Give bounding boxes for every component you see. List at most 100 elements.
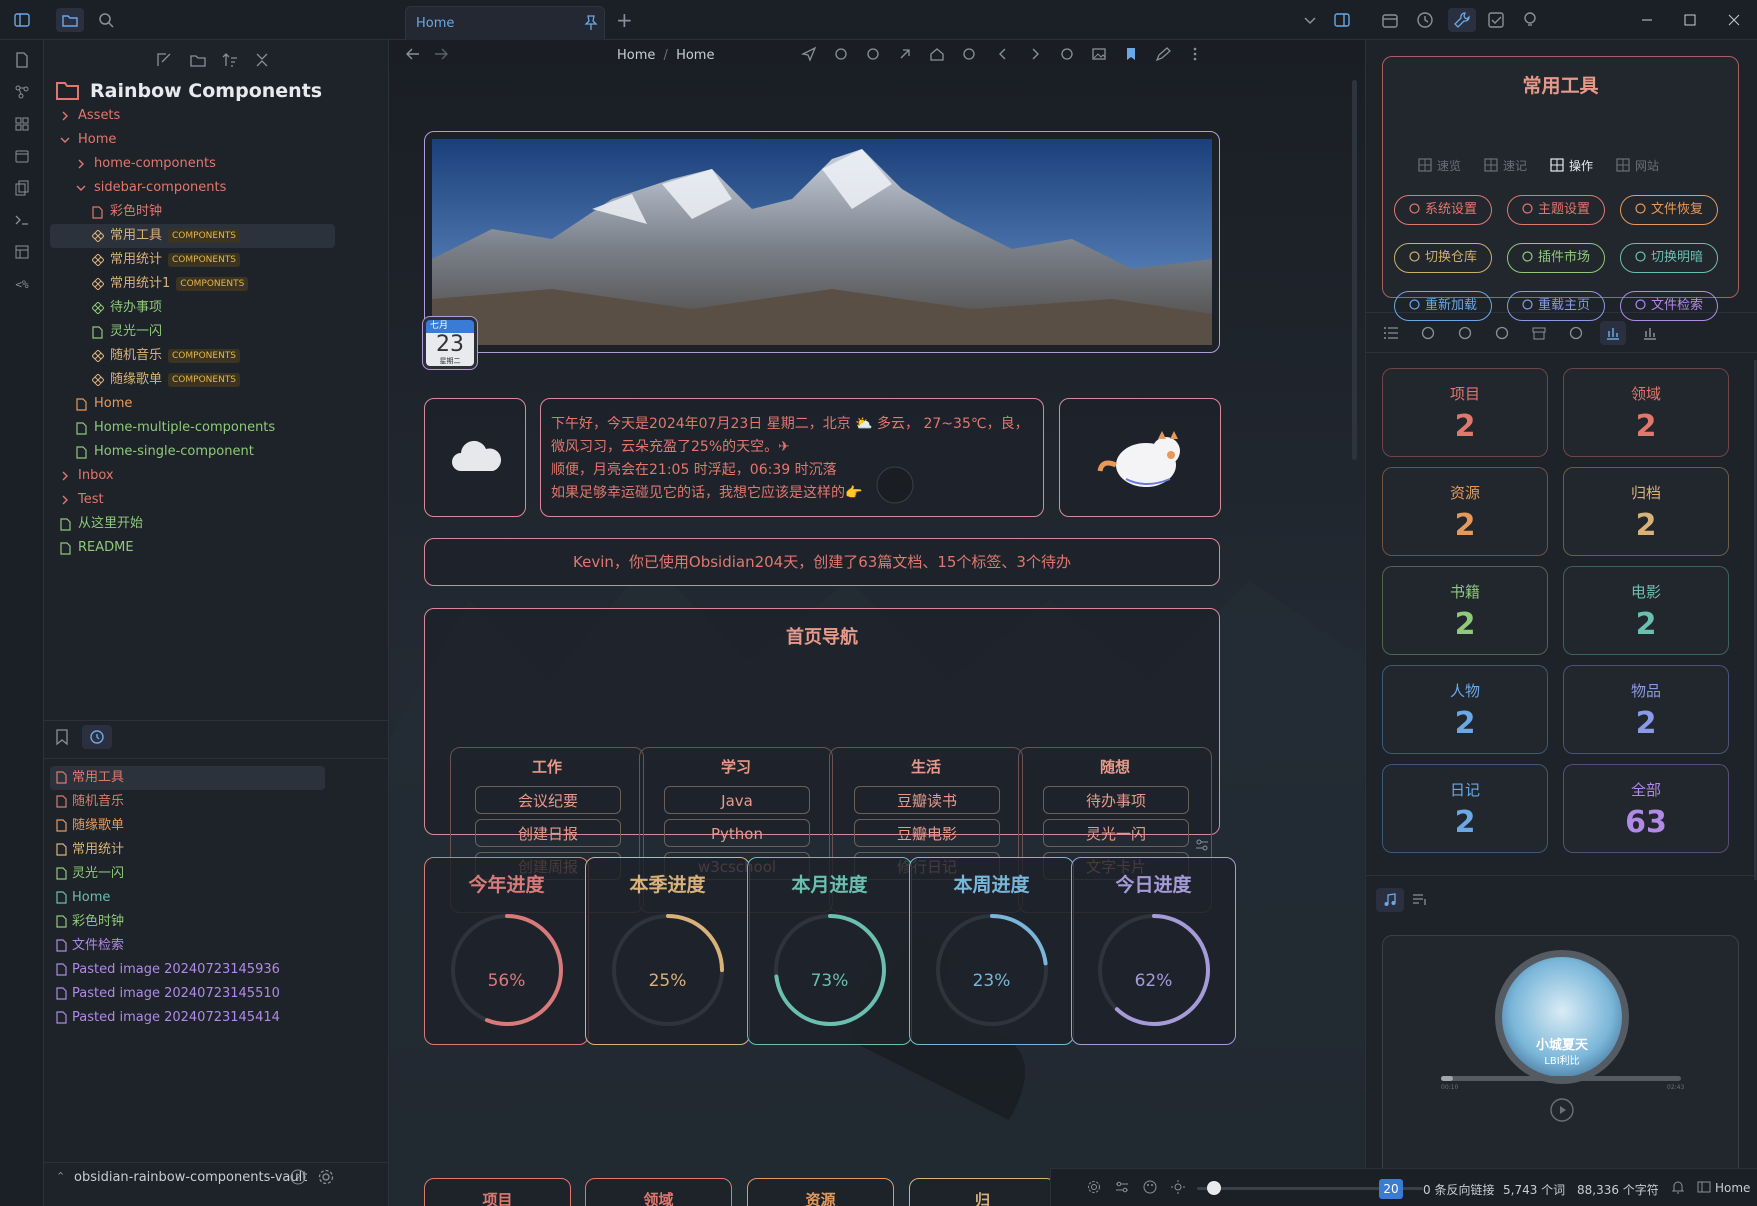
stat-card-5[interactable]: 电影 2 (1563, 566, 1729, 655)
tool-button-8[interactable]: 文件检索 (1620, 291, 1718, 321)
recent-file-item[interactable]: 彩色时钟 (50, 910, 325, 934)
bookmark-icon[interactable] (1123, 46, 1139, 62)
tree-item-3[interactable]: sidebar-components (50, 176, 335, 200)
tool-button-1[interactable]: 主题设置 (1507, 195, 1605, 225)
presentation-icon[interactable] (865, 46, 881, 62)
tree-item-7[interactable]: 常用统计1 COMPONENTS (50, 272, 335, 296)
nav-link-button[interactable]: 灵光一闪 (1043, 819, 1189, 847)
backlinks-count[interactable]: 0 条反向链接 (1423, 1181, 1494, 1198)
stat-card-7[interactable]: 物品 2 (1563, 665, 1729, 754)
forward-button[interactable] (433, 46, 449, 62)
info-icon[interactable] (1489, 321, 1515, 345)
stat-card-0[interactable]: 项目 2 (1382, 368, 1548, 457)
send-icon[interactable] (801, 46, 817, 62)
stat-card-8[interactable]: 日记 2 (1382, 764, 1548, 853)
edit-icon[interactable] (1155, 46, 1171, 62)
tree-item-18[interactable]: README (50, 536, 335, 560)
tree-item-13[interactable]: Home-multiple-components (50, 416, 335, 440)
code-icon[interactable]: <% (10, 272, 34, 296)
new-note-icon[interactable] (156, 52, 172, 68)
tree-item-6[interactable]: 常用统计 COMPONENTS (50, 248, 335, 272)
unlink-icon[interactable] (1452, 321, 1478, 345)
stat-card-2[interactable]: 资源 2 (1382, 467, 1548, 556)
recent-file-item[interactable]: 文件检索 (50, 934, 325, 958)
new-folder-icon[interactable] (190, 52, 206, 68)
nav-link-button[interactable]: Python (664, 819, 810, 847)
wrench-icon[interactable] (1448, 8, 1476, 32)
tool-button-2[interactable]: 文件恢复 (1620, 195, 1718, 225)
chevron-down-icon[interactable] (1298, 8, 1322, 32)
chevron-right-icon[interactable] (1027, 46, 1043, 62)
tool-button-6[interactable]: 重新加载 (1394, 291, 1492, 321)
tree-item-0[interactable]: Assets (50, 104, 335, 128)
tools-tab-2[interactable]: 操作 (1550, 155, 1593, 175)
graph-icon[interactable] (10, 80, 34, 104)
tree-item-9[interactable]: 灵光一闪 (50, 320, 335, 344)
playlist-icon[interactable] (1412, 893, 1428, 907)
recent-file-item[interactable]: Pasted image 20240723145414 (50, 1006, 325, 1030)
settings-icon[interactable] (318, 1169, 334, 1185)
close-icon[interactable] (1722, 8, 1746, 32)
home-icon[interactable] (929, 46, 945, 62)
bell-icon[interactable] (1671, 1180, 1685, 1194)
tree-item-11[interactable]: 随缘歌单 COMPONENTS (50, 368, 335, 392)
nav-link-button[interactable]: 豆瓣读书 (854, 786, 1000, 814)
archive-icon[interactable] (1526, 321, 1552, 345)
chevron-left-icon[interactable] (995, 46, 1011, 62)
tool-button-4[interactable]: 插件市场 (1507, 243, 1605, 273)
nav-link-button[interactable]: 会议纪要 (475, 786, 621, 814)
tags-icon[interactable] (1563, 321, 1589, 345)
play-button[interactable] (1550, 1098, 1574, 1122)
checkbox-icon[interactable] (1484, 8, 1508, 32)
tree-item-1[interactable]: Home (50, 128, 335, 152)
recent-file-item[interactable]: Home (50, 886, 325, 910)
tree-item-15[interactable]: Inbox (50, 464, 335, 488)
tree-item-5[interactable]: 常用工具 COMPONENTS (50, 224, 335, 248)
tree-item-16[interactable]: Test (50, 488, 335, 512)
bookmark-icon[interactable] (54, 728, 70, 746)
layout-icon[interactable] (1697, 1180, 1711, 1194)
recent-file-item[interactable]: 灵光一闪 (50, 862, 325, 886)
daily-note-icon[interactable] (10, 144, 34, 168)
stat-card-4[interactable]: 书籍 2 (1382, 566, 1548, 655)
recent-file-item[interactable]: Pasted image 20240723145936 (50, 958, 325, 982)
folder-icon[interactable] (56, 8, 84, 32)
zoom-slider-thumb[interactable] (1207, 1181, 1221, 1195)
tree-item-14[interactable]: Home-single-component (50, 440, 335, 464)
stat-card-6[interactable]: 人物 2 (1382, 665, 1548, 754)
open-file-icon[interactable] (10, 48, 34, 72)
image-icon[interactable] (1091, 46, 1107, 62)
tree-item-4[interactable]: 彩色时钟 (50, 200, 335, 224)
nav-link-button[interactable]: Java (664, 786, 810, 814)
vault-header[interactable]: Rainbow Components (56, 80, 322, 102)
new-tab-button[interactable]: + (616, 8, 633, 32)
sort-icon[interactable] (222, 52, 238, 68)
bar-chart-icon[interactable] (1600, 321, 1626, 345)
maximize-icon[interactable] (1678, 8, 1702, 32)
recent-file-item[interactable]: 随机音乐 (50, 790, 325, 814)
recent-files-tab[interactable] (82, 725, 112, 749)
sun-icon[interactable] (1171, 1180, 1185, 1194)
scrollbar[interactable] (1352, 80, 1357, 460)
tools-tab-1[interactable]: 速记 (1484, 155, 1527, 175)
clock-icon[interactable] (1413, 8, 1437, 32)
tool-button-5[interactable]: 切换明暗 (1620, 243, 1718, 273)
music-progress-track[interactable] (1441, 1076, 1681, 1081)
breadcrumb-item[interactable]: Home (676, 48, 714, 63)
tree-item-12[interactable]: Home (50, 392, 335, 416)
vault-name[interactable]: obsidian-rainbow-components-vault (74, 1170, 307, 1185)
recent-file-item[interactable]: 随缘歌单 (50, 814, 325, 838)
tool-button-0[interactable]: 系统设置 (1394, 195, 1492, 225)
collapse-all-icon[interactable] (254, 52, 270, 68)
breadcrumb-item[interactable]: Home (617, 48, 655, 63)
stat-card-9[interactable]: 全部 63 (1563, 764, 1729, 853)
tools-tab-3[interactable]: 网站 (1616, 155, 1659, 175)
lightbulb-icon[interactable] (1518, 8, 1542, 32)
sliders-icon[interactable] (1115, 1180, 1129, 1194)
template-icon[interactable] (10, 240, 34, 264)
tree-item-8[interactable]: 待办事项 (50, 296, 335, 320)
chart-icon[interactable] (1637, 321, 1663, 345)
tool-button-7[interactable]: 重载主页 (1507, 291, 1605, 321)
help-icon[interactable]: ? (290, 1169, 306, 1185)
pin-icon[interactable] (584, 15, 598, 31)
